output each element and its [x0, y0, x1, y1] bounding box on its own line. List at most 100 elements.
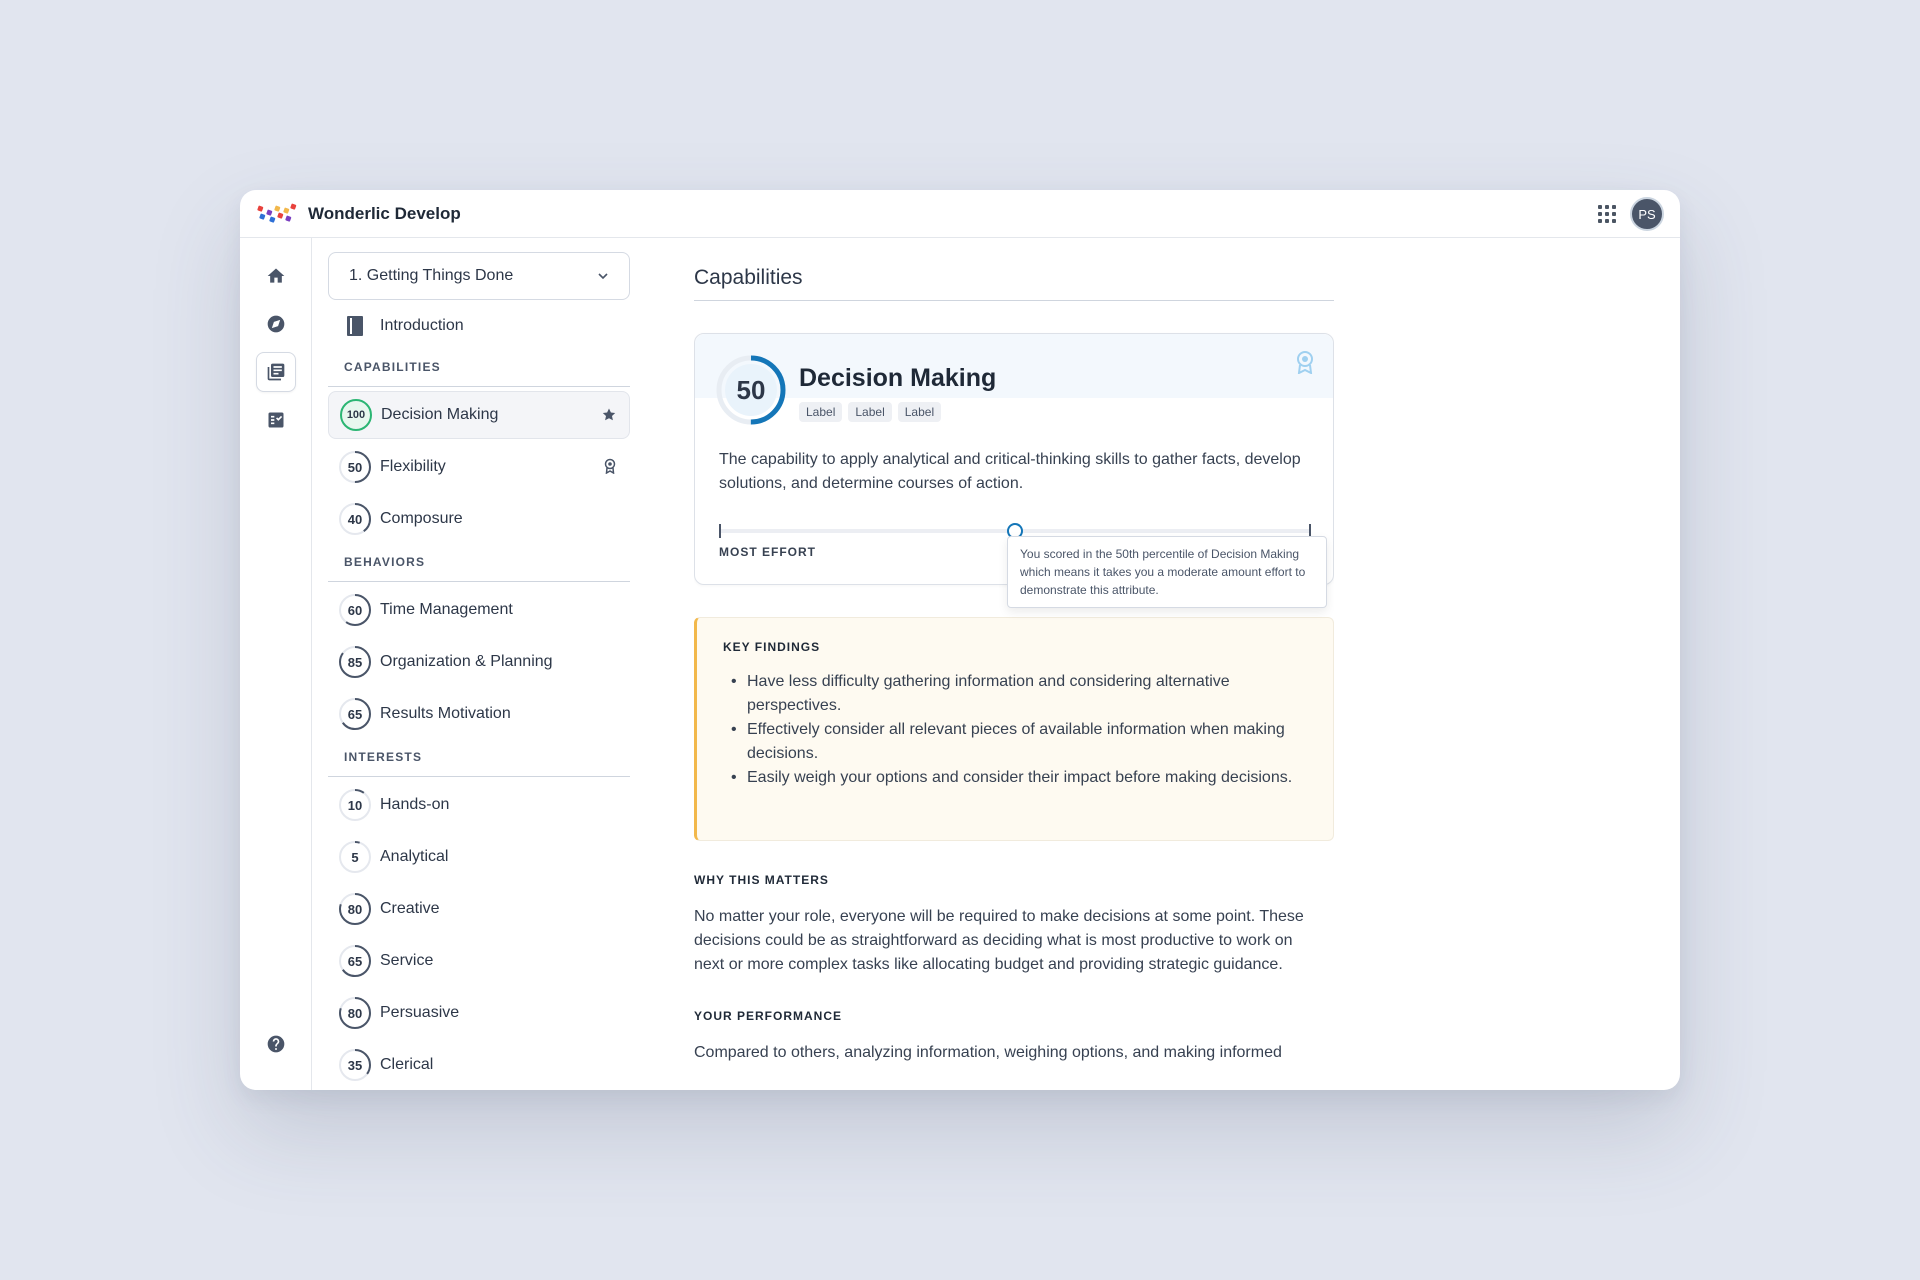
app-header: Wonderlic Develop PS — [240, 190, 1680, 238]
list-item: Easily weigh your options and consider t… — [723, 766, 1307, 790]
page-title: Capabilities — [694, 238, 1334, 301]
list-item: Effectively consider all relevant pieces… — [723, 718, 1307, 766]
main-content: Capabilities 50 Decision Making Label La… — [694, 238, 1334, 1090]
score-ring: 50 — [715, 354, 787, 426]
capability-name: Decision Making — [799, 364, 997, 392]
sidebar-item-clerical[interactable]: 35 Clerical — [328, 1041, 630, 1089]
score-ring: 40 — [338, 502, 372, 536]
header-actions: PS — [1598, 197, 1664, 231]
library-icon[interactable] — [256, 352, 296, 392]
user-avatar[interactable]: PS — [1630, 197, 1664, 231]
section-heading: BEHAVIORS — [328, 547, 630, 582]
score-ring: 65 — [338, 697, 372, 731]
performance-text: Compared to others, analyzing informatio… — [694, 1044, 1282, 1061]
sidebar-item-label: Hands-on — [380, 796, 450, 813]
compass-icon[interactable] — [256, 304, 296, 344]
tag: Label — [799, 402, 843, 422]
module-dropdown-value: 1. Getting Things Done — [349, 267, 514, 284]
sidebar-sections: CAPABILITIES 100 Decision Making 50 Flexib… — [328, 352, 630, 1089]
score-value: 50 — [347, 459, 363, 475]
sidebar-item-label: Decision Making — [381, 406, 499, 423]
capability-card: 50 Decision Making Label Label Label The… — [694, 333, 1334, 608]
wonderlic-logo — [257, 203, 297, 223]
sidebar-item-time-management[interactable]: 60 Time Management — [328, 586, 630, 634]
score-value: 65 — [347, 953, 363, 969]
score-ring: 100 — [339, 398, 373, 432]
ribbon-icon — [604, 458, 616, 474]
score-tooltip: You scored in the 50th percentile of Dec… — [1007, 536, 1327, 608]
score-value: 10 — [347, 797, 363, 813]
book-icon — [347, 316, 363, 336]
sidebar-item-persuasive[interactable]: 80 Persuasive — [328, 989, 630, 1037]
section-heading: CAPABILITIES — [328, 352, 630, 387]
ribbon-icon — [1297, 351, 1313, 374]
score-ring: 5 — [338, 840, 372, 874]
card-header-band — [695, 334, 1333, 398]
app-title: Wonderlic Develop — [308, 203, 461, 223]
sidebar-item-creative[interactable]: 80 Creative — [328, 885, 630, 933]
tag: Label — [897, 402, 942, 422]
home-icon[interactable] — [256, 256, 296, 296]
sidebar-item-label: Composure — [380, 510, 463, 527]
why-matters-title: WHY THIS MATTERS — [694, 873, 829, 887]
score-ring: 80 — [338, 996, 372, 1030]
key-findings: KEY FINDINGS Have less difficulty gather… — [694, 617, 1334, 841]
sidebar-item-label: Organization & Planning — [380, 653, 553, 670]
why-matters-text: No matter your role, everyone will be re… — [694, 908, 1304, 973]
sidebar-item-label: Introduction — [380, 317, 464, 334]
score-value: 85 — [347, 654, 363, 670]
key-findings-list: Have less difficulty gathering informati… — [723, 670, 1307, 790]
chevron-down-icon — [598, 273, 608, 280]
score-value: 80 — [347, 901, 363, 917]
list-item: Have less difficulty gathering informati… — [723, 670, 1307, 718]
help-icon[interactable] — [256, 1024, 296, 1064]
sidebar-item-label: Time Management — [380, 601, 513, 618]
sidebar-item-label: Results Motivation — [380, 705, 511, 722]
score-value: 40 — [347, 511, 363, 527]
sidebar-item-label: Flexibility — [380, 458, 446, 475]
score-value: 65 — [347, 706, 363, 722]
sidebar-item-label: Persuasive — [380, 1004, 460, 1021]
tag: Label — [848, 402, 892, 422]
score-ring: 80 — [338, 892, 372, 926]
sidebar-item-decision-making[interactable]: 100 Decision Making — [328, 391, 630, 439]
sidebar-item-introduction[interactable]: Introduction — [328, 300, 630, 352]
apps-grid-icon[interactable] — [1598, 205, 1616, 223]
sidebar-item-composure[interactable]: 40 Composure — [328, 495, 630, 543]
score-ring: 35 — [338, 1048, 372, 1082]
score-value: 60 — [347, 602, 363, 618]
capability-description: The capability to apply analytical and c… — [719, 451, 1301, 492]
sidebar-item-label: Clerical — [380, 1056, 434, 1073]
sidebar-item-label: Creative — [380, 900, 440, 917]
score-ring: 65 — [338, 944, 372, 978]
section-heading: INTERESTS — [328, 742, 630, 777]
icon-rail — [240, 238, 312, 1090]
sidebar-item-label: Analytical — [380, 848, 449, 865]
sidebar-item-service[interactable]: 65 Service — [328, 937, 630, 985]
module-sidebar: 1. Getting Things Done Introduction CAPA… — [328, 252, 630, 1090]
sidebar-item-results-motivation[interactable]: 65 Results Motivation — [328, 690, 630, 738]
sidebar-item-hands-on[interactable]: 10 Hands-on — [328, 781, 630, 829]
score-value: 5 — [351, 849, 359, 865]
checklist-icon[interactable] — [256, 400, 296, 440]
slider-label: MOST EFFORT — [719, 545, 816, 559]
tag-list: Label Label Label — [799, 402, 942, 422]
score-ring: 60 — [338, 593, 372, 627]
score-value: 100 — [346, 409, 366, 421]
sidebar-item-analytical[interactable]: 5 Analytical — [328, 833, 630, 881]
score-value: 80 — [347, 1005, 363, 1021]
module-dropdown[interactable]: 1. Getting Things Done — [328, 252, 630, 300]
score-ring: 10 — [338, 788, 372, 822]
performance-title: YOUR PERFORMANCE — [694, 1009, 843, 1023]
score-value: 35 — [347, 1057, 363, 1073]
score-ring: 50 — [338, 450, 372, 484]
app-window: Wonderlic Develop PS 1. Getting Things D… — [240, 190, 1680, 1090]
slider-tick-start — [719, 524, 721, 538]
sidebar-item-flexibility[interactable]: 50 Flexibility — [328, 443, 630, 491]
score-ring: 85 — [338, 645, 372, 679]
score-value: 50 — [736, 374, 766, 405]
sidebar-item-organization-planning[interactable]: 85 Organization & Planning — [328, 638, 630, 686]
sidebar-item-label: Service — [380, 952, 434, 969]
star-icon — [602, 408, 616, 421]
key-findings-title: KEY FINDINGS — [723, 640, 821, 654]
